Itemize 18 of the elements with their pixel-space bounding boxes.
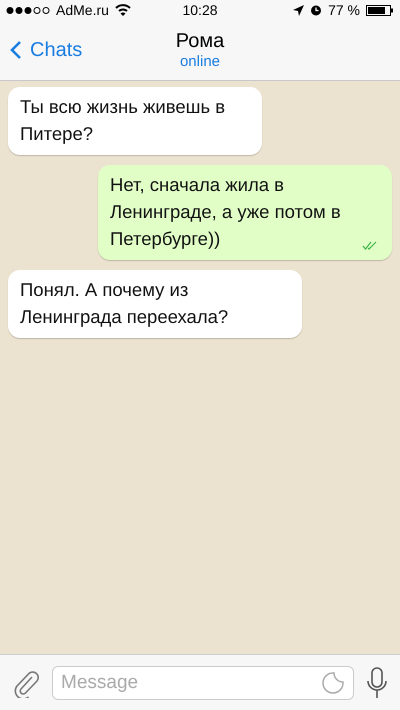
message-text: Нет, сначала жила в Ленинграде, а уже потом в Петербурге)) [110,174,341,249]
contact-status: online [180,53,220,70]
chevron-icon [10,40,22,60]
location-arrow-icon [293,4,304,16]
clock-time: 10:28 [182,2,218,18]
battery-percent: 77 % [328,2,360,18]
message-text: Понял. А почему из Ленинграда переехала? [20,279,228,327]
signal-icon [6,6,50,14]
sticker-icon[interactable] [322,672,344,694]
battery-icon [366,4,394,16]
microphone-icon[interactable] [366,666,388,698]
carrier-name: AdMe.ru [56,2,109,18]
message-field[interactable]: Message [52,666,354,700]
back-button[interactable]: Chats [0,38,82,62]
alarm-icon [310,4,322,16]
contact-name: Рома [176,30,224,53]
message-text: Ты всю жизнь живешь в Питере? [20,96,226,144]
wifi-icon [114,4,131,16]
